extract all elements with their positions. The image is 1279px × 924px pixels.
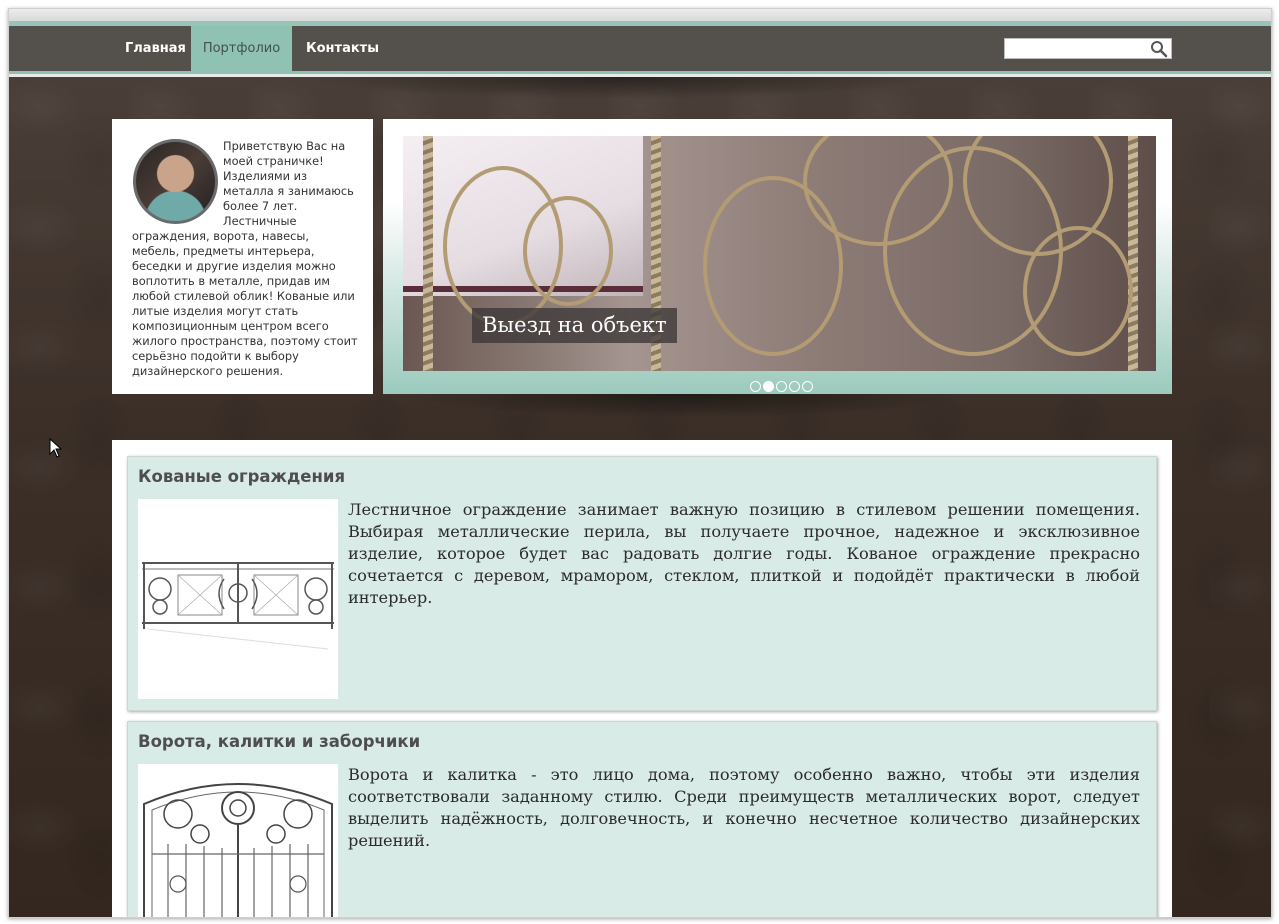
mouse-cursor-icon (49, 438, 63, 458)
railing-post (423, 136, 433, 371)
nav-item-portfolio[interactable]: Портфолио (191, 26, 292, 71)
card-title[interactable]: Ворота, калитки и заборчики (138, 732, 420, 751)
browser-viewport: Главная Портфолио Контакты Приветствую В… (8, 8, 1272, 918)
search-box (1004, 38, 1172, 59)
search-input[interactable] (1007, 40, 1145, 57)
card-text: Ворота и калитка - это лицо дома, поэтом… (348, 765, 1140, 850)
nav-item-contacts[interactable]: Контакты (306, 26, 379, 71)
nav-shadow (299, 77, 939, 99)
main-navbar: Главная Портфолио Контакты (9, 26, 1271, 74)
gate-sketch-image[interactable] (138, 764, 338, 917)
railing-sketch-icon (142, 562, 334, 650)
image-slider: Выезд на объект (383, 119, 1172, 394)
slide-caption: Выезд на объект (472, 308, 677, 343)
railing-curl (523, 196, 613, 306)
page-background: Приветствую Вас на моей страничке! Издел… (9, 77, 1271, 917)
slider-dot-5[interactable] (802, 381, 813, 392)
intro-panel: Приветствую Вас на моей страничке! Издел… (112, 119, 373, 394)
slider-dot-1[interactable] (750, 381, 761, 392)
slider-dot-3[interactable] (776, 381, 787, 392)
gate-sketch-icon (143, 783, 333, 917)
slider-shadow (409, 394, 969, 418)
slide-image: Выезд на объект (403, 136, 1156, 371)
slider-dot-4[interactable] (789, 381, 800, 392)
nav-item-home[interactable]: Главная (125, 26, 186, 71)
top-strip (9, 9, 1271, 26)
card-railings: Кованые ограждения Лестничное ограждение… (127, 456, 1157, 711)
card-gates: Ворота, калитки и заборчики Ворота и кал… (127, 721, 1157, 917)
intro-text-block: Приветствую Вас на моей страничке! Издел… (132, 139, 358, 379)
search-icon[interactable] (1150, 40, 1168, 58)
slider-dot-2[interactable] (763, 381, 774, 392)
railing-curl (1023, 226, 1133, 356)
card-title[interactable]: Кованые ограждения (138, 467, 345, 486)
card-text: Лестничное ограждение занимает важную по… (348, 500, 1140, 607)
railing-sketch-image[interactable] (138, 499, 338, 699)
content-area: Кованые ограждения Лестничное ограждение… (112, 440, 1172, 917)
railing-post (1128, 136, 1138, 371)
